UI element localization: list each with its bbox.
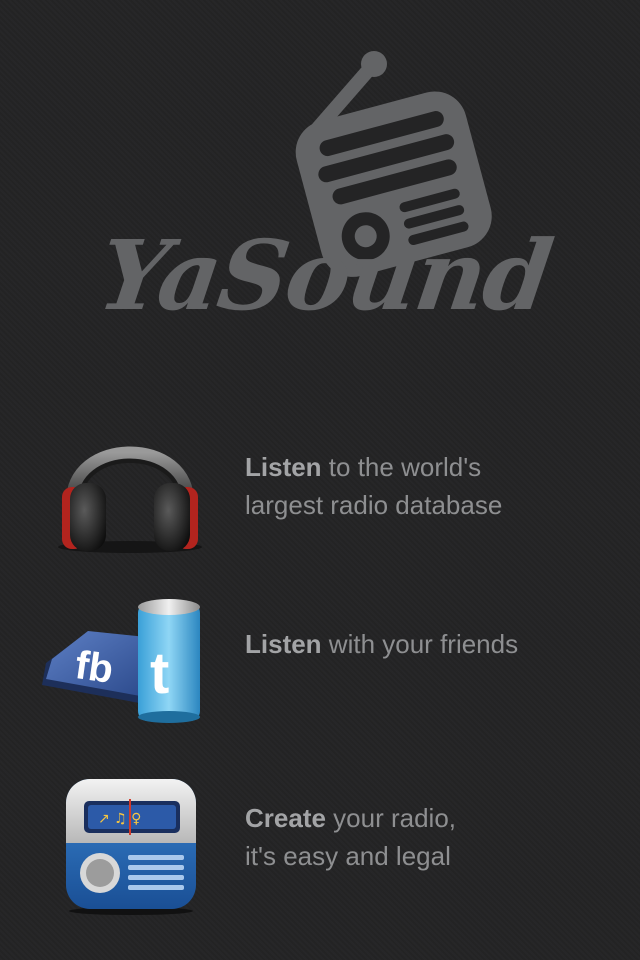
feature-line1: with your friends: [321, 629, 519, 659]
feature-bold-word: Create: [245, 803, 326, 833]
yasound-logo: YaSound: [0, 0, 640, 400]
feature-bold-word: Listen: [245, 629, 322, 659]
feature-listen-friends: fb t Listen with your friends: [0, 585, 640, 735]
svg-text:fb: fb: [72, 643, 116, 692]
svg-text:↗ ♫ ♀: ↗ ♫ ♀: [98, 811, 141, 827]
feature-create-radio: ↗ ♫ ♀ Create your radio, it's easy and l…: [0, 765, 640, 915]
feature-text: Listen to the world's largest radio data…: [245, 448, 502, 524]
radio-logo-icon: [295, 51, 492, 277]
feature-listen-world: Listen to the world's largest radio data…: [0, 405, 640, 555]
feature-text: Create your radio, it's easy and legal: [245, 799, 456, 875]
feature-line1: your radio,: [325, 803, 457, 833]
feature-line2: it's easy and legal: [245, 841, 451, 871]
feature-bold-word: Listen: [245, 452, 322, 482]
facebook-twitter-icon: fb t: [38, 593, 213, 733]
feature-line1: to the world's: [321, 452, 482, 482]
headphones-icon: [50, 415, 210, 560]
feature-line2: largest radio database: [245, 490, 503, 520]
logo-wordmark: YaSound: [92, 219, 558, 332]
svg-text:t: t: [150, 641, 169, 706]
radio-app-icon: ↗ ♫ ♀: [62, 775, 200, 920]
feature-text: Listen with your friends: [245, 625, 518, 663]
